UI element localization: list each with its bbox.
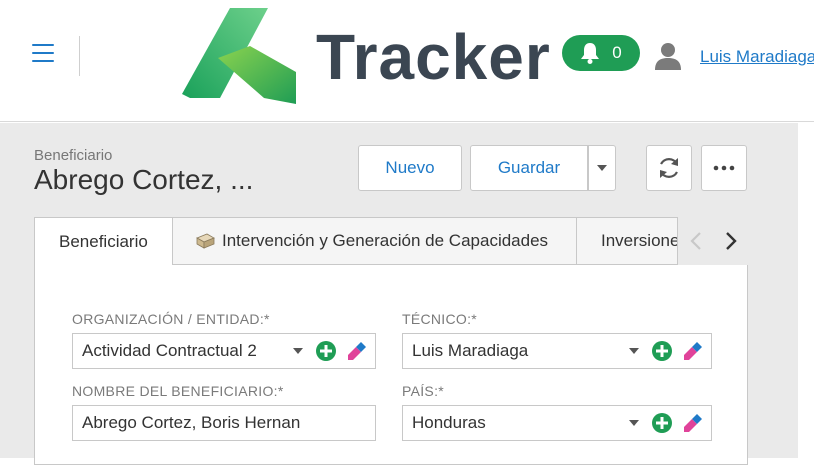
- pais-value: Honduras: [412, 413, 486, 432]
- notification-count: 0: [612, 43, 622, 62]
- eraser-icon[interactable]: [681, 412, 703, 434]
- refresh-button[interactable]: [646, 145, 692, 191]
- new-button[interactable]: Nuevo: [358, 145, 462, 191]
- caret-down-icon[interactable]: [629, 348, 639, 354]
- record-type: Beneficiario: [34, 147, 113, 164]
- tab-label: Inversione: [601, 231, 678, 250]
- header-divider: [79, 36, 80, 76]
- tecnico-select[interactable]: Luis Maradiaga: [402, 333, 712, 369]
- more-options-button[interactable]: [701, 145, 747, 191]
- organizacion-value: Actividad Contractual 2: [82, 341, 257, 360]
- tab-inversiones[interactable]: Inversione: [576, 217, 678, 265]
- tab-bar: Beneficiario Intervención y Generación d…: [34, 217, 748, 266]
- caret-down-icon[interactable]: [293, 348, 303, 354]
- brand-name: Tracker: [316, 21, 551, 93]
- user-name-link[interactable]: Luis Maradiaga: [700, 47, 814, 67]
- caret-down-icon[interactable]: [629, 420, 639, 426]
- save-button[interactable]: Guardar: [470, 145, 588, 191]
- notifications-button[interactable]: 0: [562, 35, 640, 71]
- menu-icon[interactable]: [32, 44, 56, 66]
- tecnico-value: Luis Maradiaga: [412, 341, 529, 360]
- chevron-left-icon[interactable]: [686, 227, 706, 255]
- nombre-value: Abrego Cortez, Boris Hernan: [82, 413, 301, 432]
- refresh-icon: [660, 158, 678, 178]
- more-icon: [713, 165, 735, 171]
- add-icon[interactable]: [315, 340, 337, 362]
- record-title: Abrego Cortez, ...: [34, 164, 254, 195]
- add-icon[interactable]: [651, 340, 673, 362]
- tecnico-label: TÉCNICO:*: [402, 311, 478, 327]
- tracker-logo: [182, 8, 296, 104]
- add-icon[interactable]: [651, 412, 673, 434]
- eraser-icon[interactable]: [681, 340, 703, 362]
- tab-label: Intervención y Generación de Capacidades: [222, 231, 549, 250]
- bell-icon: [581, 43, 600, 64]
- package-icon: [196, 233, 215, 249]
- organizacion-select[interactable]: Actividad Contractual 2: [72, 333, 376, 369]
- pais-label: PAÍS:*: [402, 383, 445, 399]
- main-content: Beneficiario Abrego Cortez, ... Nuevo Gu…: [0, 123, 798, 465]
- chevron-right-icon[interactable]: [721, 227, 741, 255]
- tab-intervencion[interactable]: Intervención y Generación de Capacidades: [172, 217, 577, 265]
- user-icon: [655, 43, 681, 70]
- top-header: Tracker 0 Luis Maradiaga: [0, 0, 814, 122]
- eraser-icon[interactable]: [345, 340, 367, 362]
- tab-scroll-nav: [678, 217, 748, 265]
- organizacion-label: ORGANIZACIÓN / ENTIDAD:*: [72, 311, 270, 327]
- tab-label: Beneficiario: [59, 231, 148, 251]
- nombre-input[interactable]: Abrego Cortez, Boris Hernan: [72, 405, 376, 441]
- pais-select[interactable]: Honduras: [402, 405, 712, 441]
- save-options-button[interactable]: [588, 145, 616, 191]
- tab-beneficiario[interactable]: Beneficiario: [34, 217, 173, 266]
- nombre-label: NOMBRE DEL BENEFICIARIO:*: [72, 383, 284, 399]
- beneficiario-form: ORGANIZACIÓN / ENTIDAD:* TÉCNICO:* Activ…: [34, 265, 748, 465]
- caret-down-icon: [597, 165, 607, 171]
